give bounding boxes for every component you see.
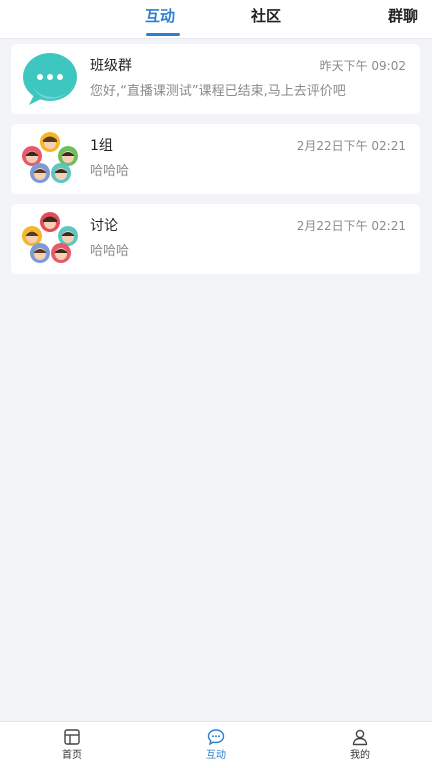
chat-icon	[207, 729, 225, 746]
home-icon	[64, 729, 80, 745]
active-tab-indicator	[146, 33, 180, 36]
conversation-time: 2月22日下午 02:21	[296, 139, 406, 153]
nav-label-home: 首页	[62, 750, 82, 761]
chat-bubble-icon	[23, 53, 77, 105]
group-avatar-icon	[22, 212, 78, 263]
top-tab-bar: 互动 社区 群聊	[0, 0, 432, 39]
nav-item-mine[interactable]: 我的	[330, 728, 390, 763]
conversation-list: 班级群 昨天下午 09:02 您好,“直播课测试”课程已结束,马上去评价吧 1组…	[11, 44, 420, 284]
conversation-name: 1组	[90, 138, 113, 154]
bottom-nav-bar: 首页 互动 我的	[0, 721, 432, 768]
conversation-preview: 哈哈哈	[90, 244, 130, 259]
user-icon	[352, 729, 368, 746]
conversation-item-discussion[interactable]: 讨论 2月22日下午 02:21 哈哈哈	[11, 204, 420, 274]
conversation-time: 2月22日下午 02:21	[296, 219, 406, 233]
conversation-name: 讨论	[90, 218, 118, 234]
conversation-item-group-1[interactable]: 1组 2月22日下午 02:21 哈哈哈	[11, 124, 420, 194]
conversation-name: 班级群	[90, 58, 132, 74]
tab-interaction[interactable]: 互动	[145, 6, 175, 26]
tab-community[interactable]: 社区	[251, 6, 281, 26]
nav-label-mine: 我的	[350, 750, 370, 761]
nav-item-interaction[interactable]: 互动	[186, 728, 246, 763]
conversation-time: 昨天下午 09:02	[319, 59, 406, 73]
conversation-item-class-group[interactable]: 班级群 昨天下午 09:02 您好,“直播课测试”课程已结束,马上去评价吧	[11, 44, 420, 114]
group-avatar-icon	[22, 132, 78, 183]
conversation-preview: 哈哈哈	[90, 164, 130, 179]
nav-item-home[interactable]: 首页	[42, 728, 102, 763]
tab-group-chat[interactable]: 群聊	[388, 6, 418, 26]
nav-label-interaction: 互动	[206, 750, 226, 761]
conversation-preview: 您好,“直播课测试”课程已结束,马上去评价吧	[90, 84, 346, 99]
